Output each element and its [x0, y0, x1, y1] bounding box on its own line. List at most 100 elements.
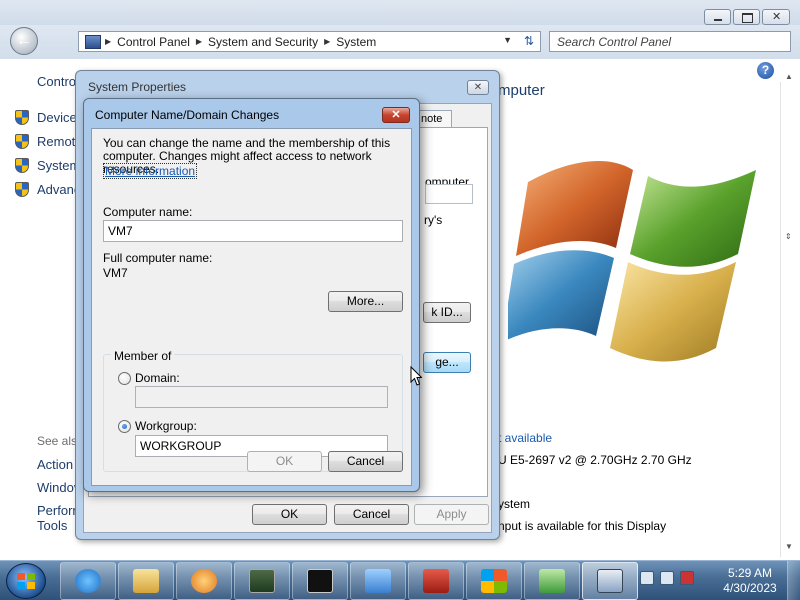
windows-icon [481, 569, 507, 593]
taskbar-system-properties[interactable] [582, 562, 638, 600]
shield-icon [15, 182, 29, 197]
breadcrumb-control-panel[interactable]: Control Panel [117, 35, 190, 49]
processor-value: U E5-2697 v2 @ 2.70GHz 2.70 GHz [498, 453, 692, 467]
network-id-button[interactable]: k ID... [423, 302, 471, 323]
control-panel-icon [365, 569, 391, 593]
folder-icon [133, 569, 159, 593]
toolbox-icon [423, 569, 449, 593]
scroll-thumb-icon[interactable]: ⇕ [785, 232, 792, 241]
taskbar-task-manager[interactable] [234, 562, 290, 600]
shield-icon [15, 134, 29, 149]
system-clock[interactable]: 5:29 AM 4/30/2023 [716, 566, 784, 596]
caption-buttons [704, 9, 790, 25]
taskbar-windows[interactable] [466, 562, 522, 600]
breadcrumb-system[interactable]: System [336, 35, 376, 49]
windows-logo [508, 160, 756, 362]
mouse-cursor-icon [410, 366, 422, 386]
computer-name-dialog-close-button[interactable]: ✕ [382, 107, 410, 123]
ok-button[interactable]: OK [247, 451, 322, 472]
command-prompt-icon [307, 569, 333, 593]
system-properties-close-button[interactable]: ✕ [467, 80, 489, 95]
vertical-scrollbar[interactable]: ▲ ⇕ ▼ [780, 72, 797, 557]
taskbar: 5:29 AM 4/30/2023 [0, 560, 800, 600]
logo-blue-pane [508, 250, 614, 340]
workgroup-radio[interactable] [118, 420, 131, 433]
media-player-icon [191, 569, 217, 593]
cancel-button[interactable]: Cancel [334, 504, 409, 525]
registry-text: ry's [424, 213, 443, 227]
show-desktop-button[interactable] [787, 561, 800, 600]
shield-icon [15, 158, 29, 173]
device-manager-link[interactable]: Device [37, 110, 77, 125]
apply-button[interactable]: Apply [414, 504, 489, 525]
workgroup-label: Workgroup: [135, 419, 197, 433]
maximize-button[interactable] [733, 9, 760, 25]
more-button[interactable]: More... [328, 291, 403, 312]
control-panel-home-link[interactable]: Contro [37, 74, 76, 89]
clock-date: 4/30/2023 [723, 581, 777, 595]
internet-explorer-icon [75, 569, 101, 593]
performance-tools-link[interactable]: Tools [37, 518, 67, 533]
cancel-button[interactable]: Cancel [328, 451, 403, 472]
system-type-value: ystem [498, 497, 531, 511]
breadcrumb-system-and-security[interactable]: System and Security [208, 35, 318, 49]
change-button[interactable]: ge... [423, 352, 471, 373]
windows-flag-icon [17, 573, 35, 589]
notification-area [640, 571, 694, 585]
computer-name-label: Computer name: [103, 205, 193, 219]
computer-name-input[interactable]: VM7 [103, 220, 403, 242]
breadcrumb-separator-icon[interactable]: ▶ [324, 37, 330, 46]
action-center-flag-icon[interactable] [640, 571, 654, 585]
help-icon[interactable]: ? [757, 62, 774, 79]
volume-muted-icon[interactable] [680, 571, 694, 585]
domain-radio[interactable] [118, 372, 131, 385]
taskbar-internet-explorer[interactable] [60, 562, 116, 600]
logo-yellow-pane [610, 262, 736, 362]
close-button[interactable] [762, 9, 790, 25]
breadcrumb-separator-icon[interactable]: ▶ [196, 37, 202, 46]
taskbar-command-prompt[interactable] [292, 562, 348, 600]
left-pane: Contro Device Remote System Advanc See a… [0, 60, 83, 560]
computer-name-dialog-title: Computer Name/Domain Changes [95, 108, 280, 122]
system-protection-link[interactable]: System [37, 158, 80, 173]
back-button[interactable]: ← [10, 27, 38, 55]
clock-time: 5:29 AM [727, 566, 773, 580]
control-panel-icon [85, 34, 101, 49]
domain-label: Domain: [135, 371, 180, 385]
computer-name-dialog-client: You can change the name and the membersh… [91, 128, 412, 486]
shield-icon [15, 110, 29, 125]
minimize-button[interactable] [704, 9, 731, 25]
taskbar-media-player[interactable] [176, 562, 232, 600]
address-dropdown-icon[interactable]: ▼ [503, 35, 512, 45]
refresh-icon[interactable]: ⇅ [524, 34, 534, 48]
windows-update-link[interactable]: Windov [37, 480, 80, 495]
pen-touch-value: nput is available for this Display [498, 519, 667, 533]
system-properties-icon [597, 569, 623, 593]
rating-link[interactable]: t available [498, 431, 552, 445]
full-computer-name-label: Full computer name: [103, 251, 213, 265]
more-information-link[interactable]: More information [103, 163, 198, 179]
computer-name-dialog: Computer Name/Domain Changes ✕ You can c… [83, 98, 420, 492]
ok-button[interactable]: OK [252, 504, 327, 525]
scroll-down-icon[interactable]: ▼ [785, 542, 793, 551]
scroll-up-icon[interactable]: ▲ [785, 72, 793, 81]
logo-red-pane [516, 160, 633, 256]
start-button[interactable] [6, 563, 46, 599]
action-center-link[interactable]: Action [37, 457, 73, 472]
search-input[interactable]: Search Control Panel [549, 31, 791, 52]
see-also-heading: See als [37, 434, 78, 448]
taskbar-file-explorer[interactable] [118, 562, 174, 600]
address-bar[interactable]: ▶ Control Panel ▶ System and Security ▶ … [78, 31, 541, 52]
taskbar-control-panel[interactable] [350, 562, 406, 600]
description-field[interactable] [425, 184, 473, 204]
taskbar-toolbox[interactable] [408, 562, 464, 600]
taskbar-network-share[interactable] [524, 562, 580, 600]
advanced-settings-link[interactable]: Advanc [37, 182, 80, 197]
breadcrumb-separator-icon[interactable]: ▶ [105, 37, 111, 46]
network-share-icon [539, 569, 565, 593]
domain-input[interactable] [135, 386, 388, 408]
logo-green-pane [630, 170, 756, 267]
task-manager-icon [249, 569, 275, 593]
network-icon[interactable] [660, 571, 674, 585]
page-title: mputer [498, 82, 545, 99]
